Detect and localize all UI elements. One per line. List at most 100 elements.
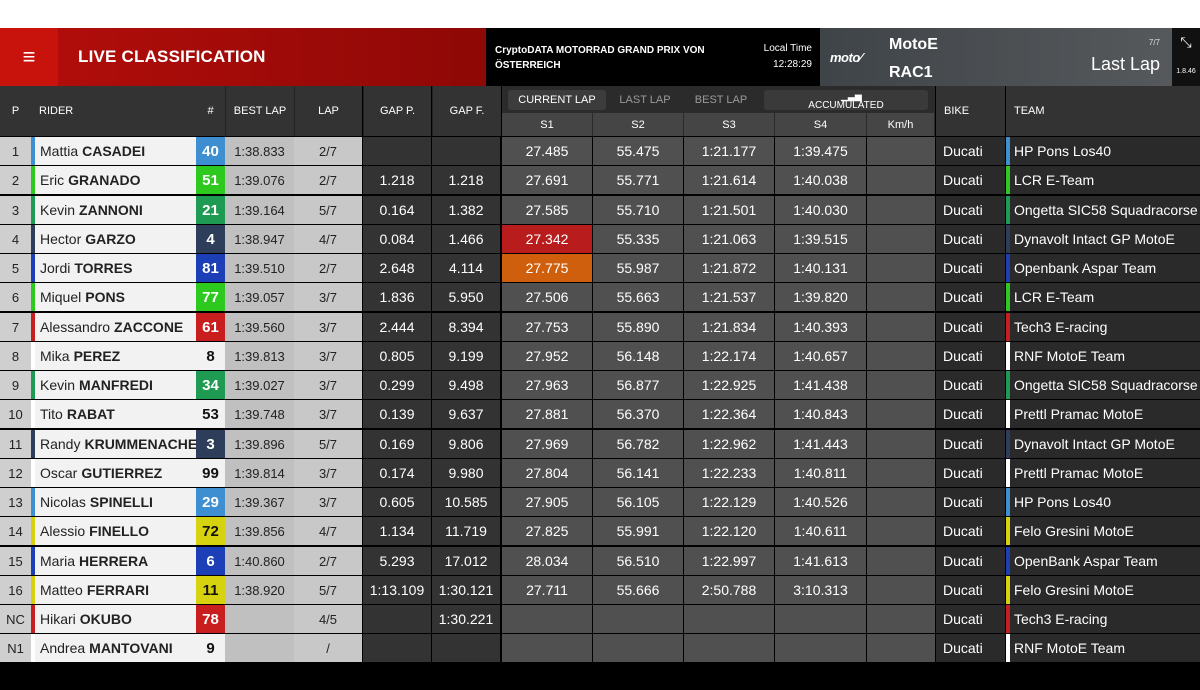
sector-1-cell: [502, 634, 592, 662]
rider-last-name: TORRES: [74, 260, 133, 276]
lap-cell: 3/7: [294, 459, 362, 487]
table-row[interactable]: 13 Nicolas SPINELLI 29 1:39.367 3/7 0.605 10.58…: [0, 488, 1200, 516]
gap-first-cell: [432, 634, 500, 662]
bike-cell: Ducati: [936, 605, 1005, 633]
tab-current-lap[interactable]: CURRENT LAP: [508, 90, 606, 110]
table-row[interactable]: 7 Alessandro ZACCONE 61 1:39.560 3/7 2.444 8.39…: [0, 313, 1200, 341]
speed-cell: [867, 196, 935, 224]
sector-1-cell: 27.485: [502, 137, 592, 165]
gap-prev-cell: 0.605: [363, 488, 431, 516]
team-cell: Ongetta SIC58 Squadracorse: [1006, 196, 1200, 224]
tab-accumulated-label: ACCUMULATED: [808, 100, 884, 110]
tab-best-lap[interactable]: BEST LAP: [684, 90, 758, 110]
gap-first-cell: 1.382: [432, 196, 500, 224]
team-name: OpenBank Aspar Team: [1014, 553, 1158, 569]
team-color-stripe: [1006, 547, 1010, 575]
table-row[interactable]: 3 Kevin ZANNONI 21 1:39.164 5/7 0.164 1.382 27.5…: [0, 196, 1200, 224]
gap-first-cell: 9.498: [432, 371, 500, 399]
sector-2-cell: 55.710: [593, 196, 683, 224]
tab-accumulated[interactable]: ▁▃▅ ACCUMULATED: [764, 90, 928, 110]
team-color-stripe: [1006, 459, 1010, 487]
sector-4-cell: 3:10.313: [775, 576, 866, 604]
rider-first-name: Alessio: [40, 523, 86, 539]
table-row[interactable]: 12 Oscar GUTIERREZ 99 1:39.814 3/7 0.174 9.980 2…: [0, 459, 1200, 487]
position-cell: 8: [0, 342, 31, 370]
sector-3-cell: 1:22.120: [684, 517, 774, 545]
rider-first-name: Maria: [40, 553, 76, 569]
position-cell: 5: [0, 254, 31, 282]
bike-cell: Ducati: [936, 166, 1005, 194]
sector-2-cell: 56.782: [593, 430, 683, 458]
team-cell: Prettl Pramac MotoE: [1006, 459, 1200, 487]
sector-3-cell: 2:50.788: [684, 576, 774, 604]
speed-cell: [867, 166, 935, 194]
team-cell: Felo Gresini MotoE: [1006, 517, 1200, 545]
bike-cell: Ducati: [936, 488, 1005, 516]
gap-first-cell: 1.466: [432, 225, 500, 253]
table-row[interactable]: 11 Randy KRUMMENACHER 3 1:39.896 5/7 0.169 9.80…: [0, 430, 1200, 458]
table-row[interactable]: 16 Matteo FERRARI 11 1:38.920 5/7 1:13.109 1:30…: [0, 576, 1200, 604]
lap-cell: 3/7: [294, 371, 362, 399]
rider-first-name: Jordi: [40, 260, 71, 276]
position-cell: 10: [0, 400, 31, 428]
best-lap-cell: 1:39.057: [225, 283, 294, 311]
table-row[interactable]: 9 Kevin MANFREDI 34 1:39.027 3/7 0.299 9.498 27.…: [0, 371, 1200, 399]
bike-cell: Ducati: [936, 576, 1005, 604]
best-lap-cell: 1:39.896: [225, 430, 294, 458]
rider-number: 21: [196, 196, 225, 224]
team-color-stripe: [1006, 605, 1010, 633]
team-color-stripe: [31, 517, 35, 545]
best-lap-cell: 1:39.813: [225, 342, 294, 370]
bike-cell: Ducati: [936, 137, 1005, 165]
sector-2-cell: [593, 605, 683, 633]
sector-2-cell: 56.105: [593, 488, 683, 516]
session-selector[interactable]: moto⁄ MotoE RAC1 7/7 Last Lap: [820, 28, 1172, 86]
sector-1-cell: 27.969: [502, 430, 592, 458]
menu-button[interactable]: ≡: [0, 28, 58, 86]
rider-last-name: GARZO: [85, 231, 136, 247]
table-row[interactable]: NC Hikari OKUBO 78 4/5 1:30.221 Ducati Tech3 E-…: [0, 605, 1200, 633]
rider-cell: Maria HERRERA: [31, 547, 196, 575]
table-row[interactable]: 5 Jordi TORRES 81 1:39.510 2/7 2.648 4.114 27.77…: [0, 254, 1200, 282]
strip-value: 1.8.46: [1176, 68, 1196, 75]
team-name: Felo Gresini MotoE: [1014, 523, 1134, 539]
col-team: TEAM: [1006, 86, 1200, 136]
table-row[interactable]: 8 Mika PEREZ 8 1:39.813 3/7 0.805 9.199 27.952 56…: [0, 342, 1200, 370]
lap-cell: 4/7: [294, 517, 362, 545]
rider-cell: Oscar GUTIERREZ: [31, 459, 196, 487]
position-cell: NC: [0, 605, 31, 633]
team-name: LCR E-Team: [1014, 172, 1095, 188]
table-row[interactable]: 4 Hector GARZO 4 1:38.947 4/7 0.084 1.466 27.342…: [0, 225, 1200, 253]
table-row[interactable]: 15 Maria HERRERA 6 1:40.860 2/7 5.293 17.012 28.…: [0, 547, 1200, 575]
speed-cell: [867, 313, 935, 341]
team-cell: Ongetta SIC58 Squadracorse: [1006, 371, 1200, 399]
table-row[interactable]: 6 Miquel PONS 77 1:39.057 3/7 1.836 5.950 27.506…: [0, 283, 1200, 311]
table-row[interactable]: 2 Eric GRANADO 51 1:39.076 2/7 1.218 1.218 27.69…: [0, 166, 1200, 194]
view-mode-label[interactable]: Last Lap: [1091, 54, 1160, 75]
expand-icon[interactable]: ⤡: [1178, 34, 1194, 50]
sector-4-cell: 1:41.443: [775, 430, 866, 458]
rider-first-name: Oscar: [40, 465, 78, 481]
hamburger-icon: ≡: [22, 44, 36, 69]
team-color-stripe: [31, 605, 35, 633]
rider-cell: Eric GRANADO: [31, 166, 196, 194]
rider-first-name: Nicolas: [40, 494, 86, 510]
team-cell: Dynavolt Intact GP MotoE: [1006, 430, 1200, 458]
position-cell: 13: [0, 488, 31, 516]
team-color-stripe: [31, 137, 35, 165]
best-lap-cell: 1:38.833: [225, 137, 294, 165]
table-row[interactable]: 10 Tito RABAT 53 1:39.748 3/7 0.139 9.637 27.881…: [0, 400, 1200, 428]
speed-cell: [867, 605, 935, 633]
tab-last-lap[interactable]: LAST LAP: [608, 90, 682, 110]
rider-cell: Mattia CASADEI: [31, 137, 196, 165]
rider-last-name: KRUMMENACHER: [84, 436, 196, 452]
table-row[interactable]: 14 Alessio FINELLO 72 1:39.856 4/7 1.134 11.719…: [0, 517, 1200, 545]
lap-cell: 2/7: [294, 547, 362, 575]
rider-last-name: PONS: [85, 289, 125, 305]
speed-cell: [867, 371, 935, 399]
table-row[interactable]: N1 Andrea MANTOVANI 9/Ducati RNF MotoE Team: [0, 634, 1200, 662]
table-row[interactable]: 1 Mattia CASADEI 40 1:38.833 2/7 27.485 55.475 1…: [0, 137, 1200, 165]
sector-4-cell: 1:40.811: [775, 459, 866, 487]
best-lap-cell: 1:38.947: [225, 225, 294, 253]
sector-4-cell: [775, 605, 866, 633]
